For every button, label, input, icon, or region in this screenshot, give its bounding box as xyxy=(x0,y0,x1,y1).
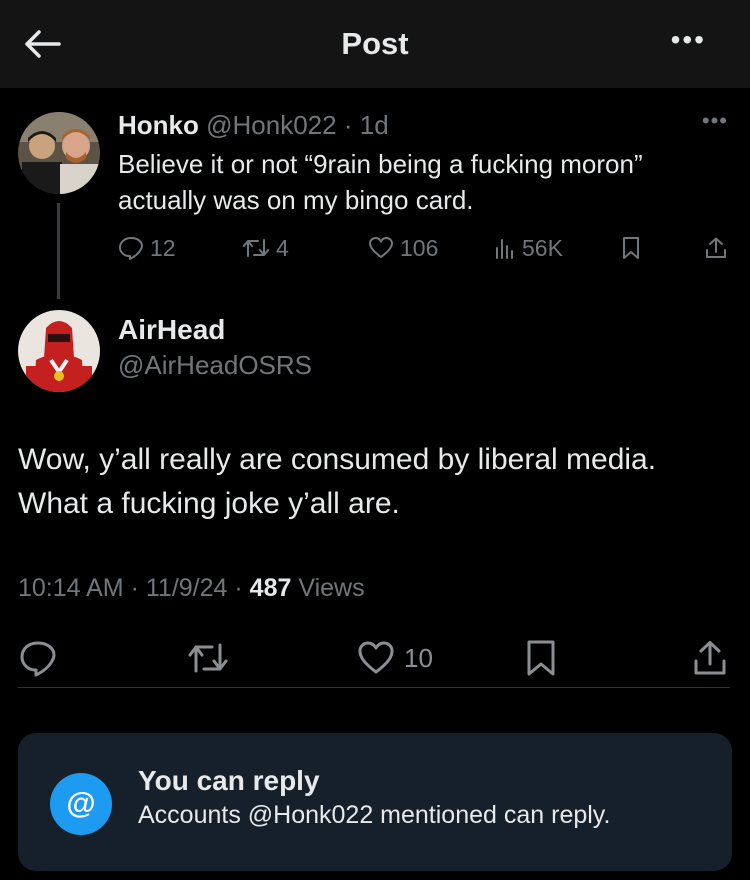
main-tweet-text: Wow, y’all really are consumed by libera… xyxy=(18,438,738,526)
share-icon xyxy=(706,237,726,258)
avatar-honko[interactable] xyxy=(18,112,100,194)
repost-button[interactable] xyxy=(186,636,230,680)
bookmark-button[interactable] xyxy=(524,636,558,680)
reply-count-button[interactable]: 12 xyxy=(118,228,176,268)
top-bar: Post ••• xyxy=(0,0,750,88)
view-count: 56K xyxy=(522,234,563,261)
author-handle[interactable]: @Honk022 xyxy=(206,110,336,140)
analytics-icon xyxy=(496,239,513,259)
reply-text-line: Believe it or not “9rain being a fucking… xyxy=(118,149,643,179)
repost-icon xyxy=(188,643,228,673)
like-button[interactable]: 10 xyxy=(356,636,433,680)
reply-more-button[interactable]: ••• xyxy=(702,108,728,134)
repost-count: 4 xyxy=(276,234,289,261)
bookmark-icon xyxy=(527,640,555,676)
like-count-button[interactable]: 106 xyxy=(368,228,438,268)
views-label: Views xyxy=(298,574,365,602)
at-sign-icon: @ xyxy=(50,773,112,835)
comment-icon xyxy=(119,237,143,260)
reply-count: 12 xyxy=(150,234,176,261)
main-author-handle[interactable]: @AirHeadOSRS xyxy=(118,350,312,381)
post-timestamp: 10:14 AM · 11/9/24 · 487 Views xyxy=(18,574,365,603)
avatar-photo xyxy=(18,112,100,194)
bookmark-button[interactable] xyxy=(621,228,641,268)
view-count-button[interactable]: 56K xyxy=(494,228,563,268)
main-author-name[interactable]: AirHead xyxy=(118,314,225,346)
repost-icon xyxy=(243,239,269,257)
meta-separator: · xyxy=(343,110,353,140)
reply-meta: Honko @Honk022 · 1d xyxy=(118,110,389,141)
post-date: 11/9/24 xyxy=(145,574,228,602)
post-age: 1d xyxy=(359,110,389,140)
main-action-bar: 10 xyxy=(18,630,730,688)
reply-tweet-text: Believe it or not “9rain being a fucking… xyxy=(118,146,728,218)
thread-connector-line xyxy=(57,203,60,299)
timestamp-separator: · xyxy=(234,574,243,602)
reply-restriction-card: @ You can reply Accounts @Honk022 mentio… xyxy=(18,733,732,871)
more-options-button[interactable]: ••• xyxy=(671,24,706,56)
repost-count-button[interactable]: 4 xyxy=(242,228,289,268)
avatar-airhead[interactable] xyxy=(18,310,100,392)
reply-restriction-subtitle: Accounts @Honk022 mentioned can reply. xyxy=(138,801,611,829)
share-button[interactable] xyxy=(704,228,728,268)
share-button[interactable] xyxy=(692,636,728,680)
views-count[interactable]: 487 xyxy=(250,574,292,602)
avatar-image xyxy=(18,310,100,392)
like-count: 106 xyxy=(400,234,439,261)
main-text-line: Wow, y’all really are consumed by libera… xyxy=(18,443,657,476)
reply-text-line: actually was on my bingo card. xyxy=(118,185,474,215)
page-title: Post xyxy=(341,26,409,61)
bookmark-icon xyxy=(623,237,639,259)
reply-button[interactable] xyxy=(18,636,58,680)
reply-restriction-title: You can reply xyxy=(138,765,320,796)
like-count: 10 xyxy=(404,642,433,673)
main-text-line: What a fucking joke y’all are. xyxy=(18,487,400,520)
heart-icon xyxy=(358,641,394,674)
author-name[interactable]: Honko xyxy=(118,110,199,140)
post-time: 10:14 AM xyxy=(18,574,124,602)
comment-icon xyxy=(20,641,56,677)
reply-stats-bar: 12 4 106 56K xyxy=(118,228,733,268)
share-icon xyxy=(694,641,726,675)
heart-icon xyxy=(369,237,393,258)
timestamp-separator: · xyxy=(130,574,139,602)
